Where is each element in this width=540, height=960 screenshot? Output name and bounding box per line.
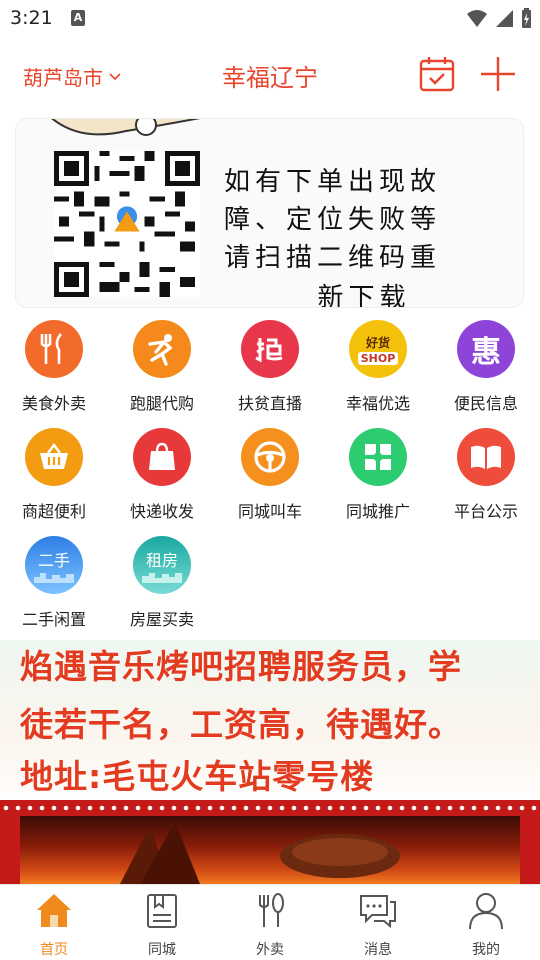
home-icon: [37, 894, 71, 927]
tab-mine[interactable]: 我的: [432, 891, 540, 959]
fork-knife-icon: [25, 320, 83, 378]
notice-line: 请扫描二维码重: [224, 243, 442, 273]
tab-label: 我的: [472, 942, 500, 958]
service-label: 快递收发: [129, 502, 194, 521]
decorative-lights: [0, 804, 540, 812]
service-label: 便民信息: [453, 394, 518, 413]
service-secondhand[interactable]: 二手 二手闲置: [0, 536, 108, 636]
ad-text-line: 焰遇音乐烤吧招聘服务员，学: [20, 647, 462, 686]
app-header: 葫芦岛市 幸福辽宁: [0, 38, 540, 110]
grill-food-image: [0, 816, 540, 884]
service-label: 商超便利: [21, 502, 86, 521]
bookmark-book-icon: [147, 894, 177, 928]
service-select-shop[interactable]: 好货 SHOP 幸福优选: [324, 320, 432, 420]
service-housing[interactable]: 租房 房屋买卖: [108, 536, 216, 636]
service-taxi[interactable]: 同城叫车: [216, 428, 324, 528]
good-shop-icon: 好货 SHOP: [349, 320, 407, 378]
steering-wheel-icon: [241, 428, 299, 486]
signal-icon: [496, 10, 513, 27]
secondhand-icon: 二手: [25, 536, 83, 594]
shop-icon-text: SHOP: [357, 351, 399, 365]
cartoon-illustration: [51, 119, 201, 136]
notification-a-icon: A: [71, 10, 85, 26]
banner-notice-text: 如有下单出现故 障、定位失败等 请扫描二维码重: [224, 163, 504, 277]
service-label: 房屋买卖: [129, 610, 194, 629]
chat-bubble-icon: [360, 895, 396, 929]
hui-glyph: 惠: [471, 335, 501, 370]
service-announcement[interactable]: 平台公示: [432, 428, 540, 528]
service-label: 平台公示: [453, 502, 518, 521]
clover-icon: [349, 428, 407, 486]
notice-line: 如有下单出现故: [224, 167, 442, 197]
hui-icon: 惠: [457, 320, 515, 378]
book-icon: [457, 428, 515, 486]
service-label: 美食外卖: [21, 394, 86, 413]
wifi-icon: [467, 10, 487, 27]
rent-icon-text: 租房: [145, 551, 178, 570]
grab-icon: [241, 320, 299, 378]
service-label: 扶贫直播: [237, 394, 302, 413]
ad-text-line: 徒若干名，工资高，待遇好。: [20, 705, 462, 744]
rent-house-icon: 租房: [133, 536, 191, 594]
service-info[interactable]: 惠 便民信息: [432, 320, 540, 420]
service-label: 二手闲置: [21, 610, 86, 629]
notice-line: 障、定位失败等: [224, 205, 442, 235]
tab-home[interactable]: 首页: [0, 891, 108, 959]
service-livestream[interactable]: 扶贫直播: [216, 320, 324, 420]
user-icon: [469, 893, 503, 930]
battery-icon: [522, 8, 531, 28]
qr-notice-banner[interactable]: 如有下单出现故 障、定位失败等 请扫描二维码重 新下载: [15, 118, 524, 308]
app-title: 幸福辽宁: [222, 64, 318, 92]
tab-local[interactable]: 同城: [108, 891, 216, 959]
service-food-delivery[interactable]: 美食外卖: [0, 320, 108, 420]
status-time: 3:21: [10, 7, 53, 29]
calendar-icon[interactable]: [418, 55, 456, 93]
bottom-tab-bar: 首页 同城 外卖 消息 我的: [0, 884, 540, 960]
tab-messages[interactable]: 消息: [324, 891, 432, 959]
status-bar: 3:21 A: [0, 0, 540, 38]
plus-icon[interactable]: [479, 55, 517, 93]
runner-icon: [133, 320, 191, 378]
tab-label: 外卖: [256, 942, 284, 958]
tab-label: 消息: [364, 942, 392, 958]
shop-icon-text: 好货: [365, 335, 390, 350]
service-label: 同城推广: [345, 502, 410, 521]
status-icons: [466, 6, 532, 30]
notice-line: 新下载: [317, 283, 411, 308]
tab-takeout[interactable]: 外卖: [216, 891, 324, 959]
service-label: 幸福优选: [345, 394, 410, 413]
service-supermarket[interactable]: 商超便利: [0, 428, 108, 528]
bag-icon: [133, 428, 191, 486]
secondhand-icon-text: 二手: [37, 551, 70, 570]
service-label: 同城叫车: [237, 502, 302, 521]
ad-text-line: 地址:毛屯火车站零号楼: [20, 757, 375, 796]
tab-label: 首页: [40, 942, 68, 958]
service-errand[interactable]: 跑腿代购: [108, 320, 216, 420]
fork-spoon-icon: [259, 893, 284, 927]
basket-icon: [25, 428, 83, 486]
qr-code-image: [54, 151, 200, 297]
service-express[interactable]: 快递收发: [108, 428, 216, 528]
service-label: 跑腿代购: [129, 394, 194, 413]
service-promotion[interactable]: 同城推广: [324, 428, 432, 528]
tab-label: 同城: [148, 942, 176, 958]
recruitment-ad-banner[interactable]: 焰遇音乐烤吧招聘服务员，学 徒若干名，工资高，待遇好。 地址:毛屯火车站零号楼: [0, 640, 540, 884]
